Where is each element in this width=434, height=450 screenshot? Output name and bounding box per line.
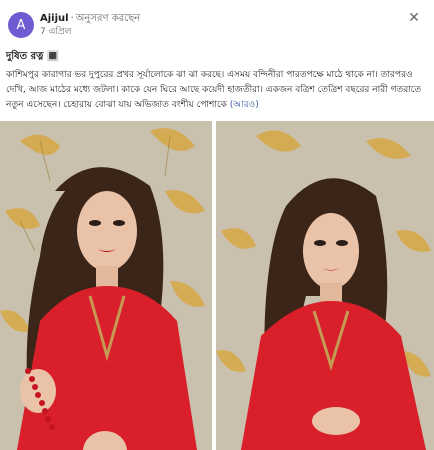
follow-status[interactable]: অনুসরণ করছেন — [76, 13, 141, 24]
avatar-letter: A — [16, 17, 26, 33]
see-more-link[interactable]: (আরও) — [230, 100, 259, 110]
avatar[interactable]: A — [8, 12, 34, 38]
post-meta: Ajijul · অনুসরণ করছেন 7 এপ্রিল — [40, 12, 140, 39]
name-row: Ajijul · অনুসরণ করছেন — [40, 12, 140, 25]
post-date[interactable]: 7 এপ্রিল — [40, 26, 140, 39]
photo-right[interactable] — [216, 121, 434, 450]
close-icon[interactable]: ✕ — [406, 10, 422, 26]
photo-left-image — [0, 121, 212, 450]
separator-dot: · — [70, 13, 74, 24]
post-body-text: কাশিমপুর কারাগার ভর দুপুরের প্রখর সূর্যা… — [6, 70, 422, 110]
photo-grid — [0, 121, 434, 450]
author-name[interactable]: Ajijul — [40, 13, 69, 24]
photo-left[interactable] — [0, 121, 212, 450]
post-body: কাশিমপুর কারাগার ভর দুপুরের প্রখর সূর্যা… — [6, 68, 424, 113]
post-card: A Ajijul · অনুসরণ করছেন 7 এপ্রিল ✕ দুষিত র… — [0, 0, 434, 450]
photo-right-image — [216, 121, 434, 450]
post-title: দুষিত রত্ন 🔳 — [6, 51, 60, 62]
post-header: A Ajijul · অনুসরণ করছেন 7 এপ্রিল ✕ — [8, 10, 428, 44]
